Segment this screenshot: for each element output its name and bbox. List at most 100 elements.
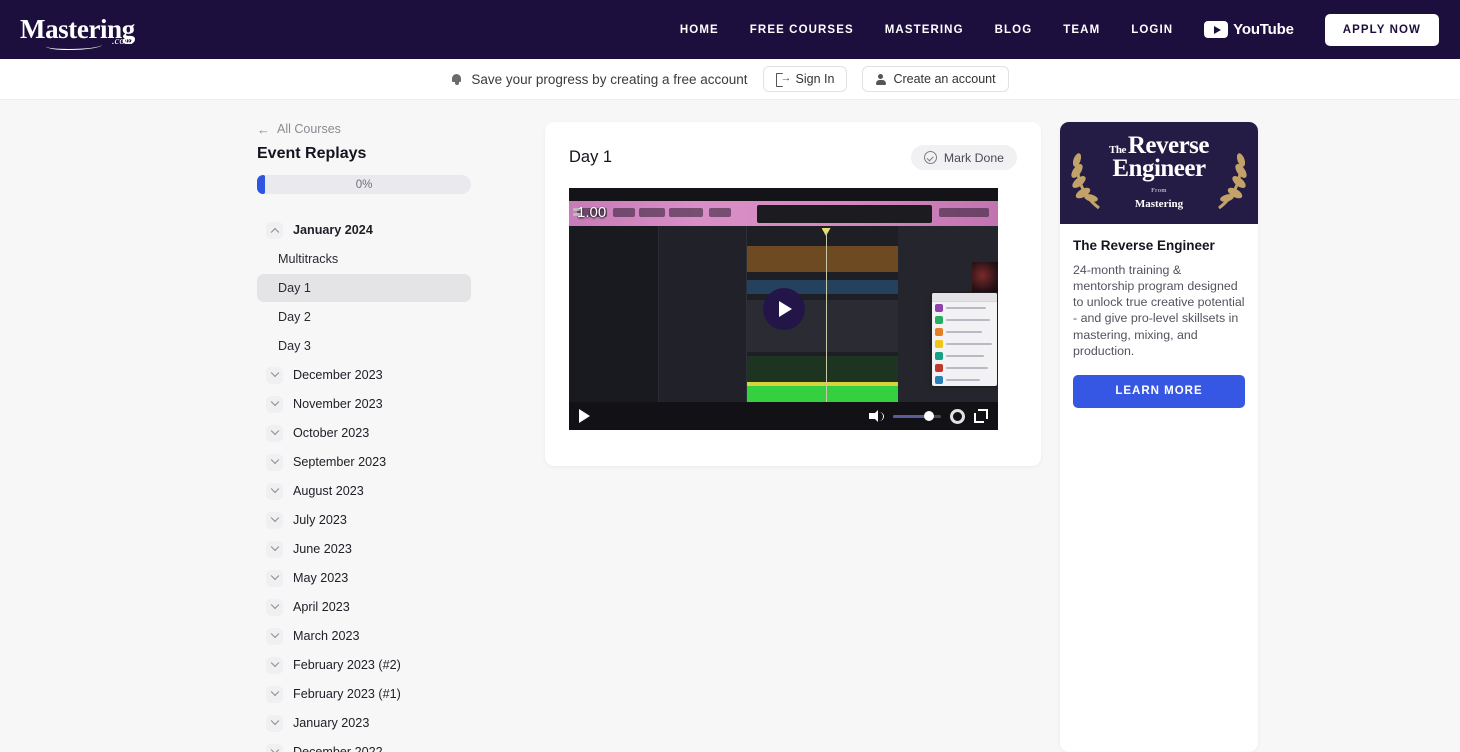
promo-title: The Reverse Engineer	[1073, 238, 1215, 253]
sign-in-icon	[775, 71, 792, 87]
chevron-down-icon[interactable]	[266, 395, 283, 413]
check-circle-icon	[923, 151, 937, 164]
video-thumbnail-toolbar	[569, 201, 998, 226]
sidebar-section-december-2023[interactable]: December 2023	[257, 361, 515, 389]
volume-slider[interactable]	[893, 411, 941, 421]
sidebar-section-july-2023[interactable]: July 2023	[257, 506, 515, 534]
sidebar-lesson-day-2[interactable]: Day 2	[257, 303, 471, 331]
main-navigation: HOME FREE COURSES MASTERING BLOG TEAM LO…	[680, 13, 1439, 46]
sidebar-section-label: April 2023	[293, 600, 350, 614]
sidebar-section-february-2023-2[interactable]: February 2023 (#2)	[257, 651, 515, 679]
video-thumbnail-titlebar	[569, 188, 998, 201]
back-link-label: All Courses	[277, 122, 341, 136]
mark-done-label: Mark Done	[943, 150, 1004, 165]
play-icon[interactable]	[579, 409, 590, 423]
chevron-down-icon[interactable]	[266, 569, 283, 587]
video-play-button[interactable]	[762, 288, 805, 330]
chevron-down-icon[interactable]	[266, 627, 283, 645]
create-account-label: Create an account	[893, 72, 996, 86]
learn-more-button[interactable]: LEARN MORE	[1073, 374, 1245, 408]
nav-item-login[interactable]: LOGIN	[1131, 24, 1173, 36]
video-webcam-thumbnail	[972, 262, 998, 292]
sidebar-section-label: May 2023	[293, 571, 349, 585]
chevron-down-icon[interactable]	[266, 685, 283, 703]
create-account-button[interactable]: Create an account	[862, 66, 1009, 92]
sidebar-section-november-2023[interactable]: November 2023	[257, 390, 515, 418]
banner-message: Save your progress by creating a free ac…	[471, 71, 748, 87]
chevron-down-icon[interactable]	[266, 453, 283, 471]
course-section-list: January 2024 Multitracks Day 1 Day 2 Day 3 De…	[257, 216, 515, 752]
logo-swoosh-decoration	[46, 41, 102, 50]
sidebar-section-label: January 2023	[293, 716, 370, 730]
sidebar-section-december-2022[interactable]: December 2022	[257, 738, 515, 752]
fullscreen-icon[interactable]	[974, 409, 988, 423]
chevron-glyph	[270, 397, 279, 407]
sidebar-section-february-2023-1[interactable]: February 2023 (#1)	[257, 680, 515, 708]
mark-done-button[interactable]: Mark Done	[910, 145, 1017, 170]
sidebar-section-label: February 2023 (#1)	[293, 687, 401, 701]
sidebar-section-label: December 2023	[293, 368, 383, 382]
sidebar-lesson-multitracks[interactable]: Multitracks	[257, 245, 471, 273]
sidebar-section-january-2023[interactable]: January 2023	[257, 709, 515, 737]
sidebar-section-label: March 2023	[293, 629, 360, 643]
chevron-glyph	[270, 600, 279, 610]
nav-item-blog[interactable]: BLOG	[995, 24, 1033, 36]
volume-icon[interactable]	[869, 409, 884, 423]
chevron-glyph	[270, 455, 279, 465]
banner-message-group: Save your progress by creating a free ac…	[451, 71, 748, 87]
chevron-down-icon[interactable]	[266, 598, 283, 616]
back-to-all-courses[interactable]: ← All Courses	[257, 122, 515, 136]
nav-item-home[interactable]: HOME	[680, 24, 719, 36]
laurel-wreath-icon	[1071, 153, 1100, 210]
chevron-down-icon[interactable]	[266, 714, 283, 732]
chevron-down-icon[interactable]	[266, 482, 283, 500]
promo-body: The Reverse Engineer 24-month training &…	[1060, 224, 1258, 424]
site-logo[interactable]: Mastering .com	[20, 16, 135, 50]
sidebar-section-may-2023[interactable]: May 2023	[257, 564, 515, 592]
nav-item-free-courses[interactable]: FREE COURSES	[750, 24, 854, 36]
sidebar-section-june-2023[interactable]: June 2023	[257, 535, 515, 563]
promo-image: TheReverse Engineer From Mastering	[1060, 122, 1258, 224]
chevron-down-icon[interactable]	[266, 743, 283, 752]
promo-image-attribution: From Mastering	[1135, 187, 1183, 212]
youtube-icon	[1204, 21, 1229, 38]
sidebar-section-august-2023[interactable]: August 2023	[257, 477, 515, 505]
chevron-down-icon[interactable]	[266, 656, 283, 674]
video-controls-right	[869, 408, 988, 424]
gear-icon[interactable]	[950, 408, 965, 424]
lesson-panel: Day 1 Mark Done 1.00	[545, 122, 1041, 752]
promo-description: 24-month training & mentorship program d…	[1073, 263, 1245, 358]
progress-fill	[257, 175, 265, 194]
chevron-glyph	[270, 227, 279, 237]
account-banner: Save your progress by creating a free ac…	[0, 59, 1460, 100]
apply-now-button[interactable]: APPLY NOW	[1324, 13, 1439, 46]
promo-card: TheReverse Engineer From Mastering The R…	[1060, 122, 1258, 752]
sidebar-section-october-2023[interactable]: October 2023	[257, 419, 515, 447]
sidebar-lesson-day-1[interactable]: Day 1	[257, 274, 471, 302]
sidebar-section-label: November 2023	[293, 397, 383, 411]
chevron-down-icon[interactable]	[266, 540, 283, 558]
sidebar-section-march-2023[interactable]: March 2023	[257, 622, 515, 650]
chevron-down-icon[interactable]	[266, 424, 283, 442]
page-body: ← All Courses Event Replays 0% January 2…	[0, 100, 1460, 752]
chevron-glyph	[270, 368, 279, 378]
chevron-glyph	[270, 542, 279, 552]
volume-slider-knob[interactable]	[924, 411, 934, 421]
chevron-down-icon[interactable]	[266, 511, 283, 529]
sidebar-section-april-2023[interactable]: April 2023	[257, 593, 515, 621]
site-header: Mastering .com HOME FREE COURSES MASTERI…	[0, 0, 1460, 59]
video-player[interactable]: 1.00	[569, 188, 998, 430]
promo-image-brand: Mastering	[1134, 198, 1184, 210]
nav-item-mastering[interactable]: MASTERING	[885, 24, 964, 36]
sidebar-section-january-2024[interactable]: January 2024	[257, 216, 515, 244]
chevron-down-icon[interactable]	[266, 366, 283, 384]
sidebar-section-september-2023[interactable]: September 2023	[257, 448, 515, 476]
sign-in-button[interactable]: Sign In	[762, 66, 848, 92]
nav-item-team[interactable]: TEAM	[1063, 24, 1100, 36]
youtube-link[interactable]: YouTube	[1204, 21, 1294, 38]
chevron-glyph	[270, 484, 279, 494]
sidebar-lesson-day-3[interactable]: Day 3	[257, 332, 471, 360]
progress-label: 0%	[355, 178, 373, 191]
chevron-up-icon[interactable]	[266, 221, 283, 239]
course-title: Event Replays	[257, 145, 367, 162]
